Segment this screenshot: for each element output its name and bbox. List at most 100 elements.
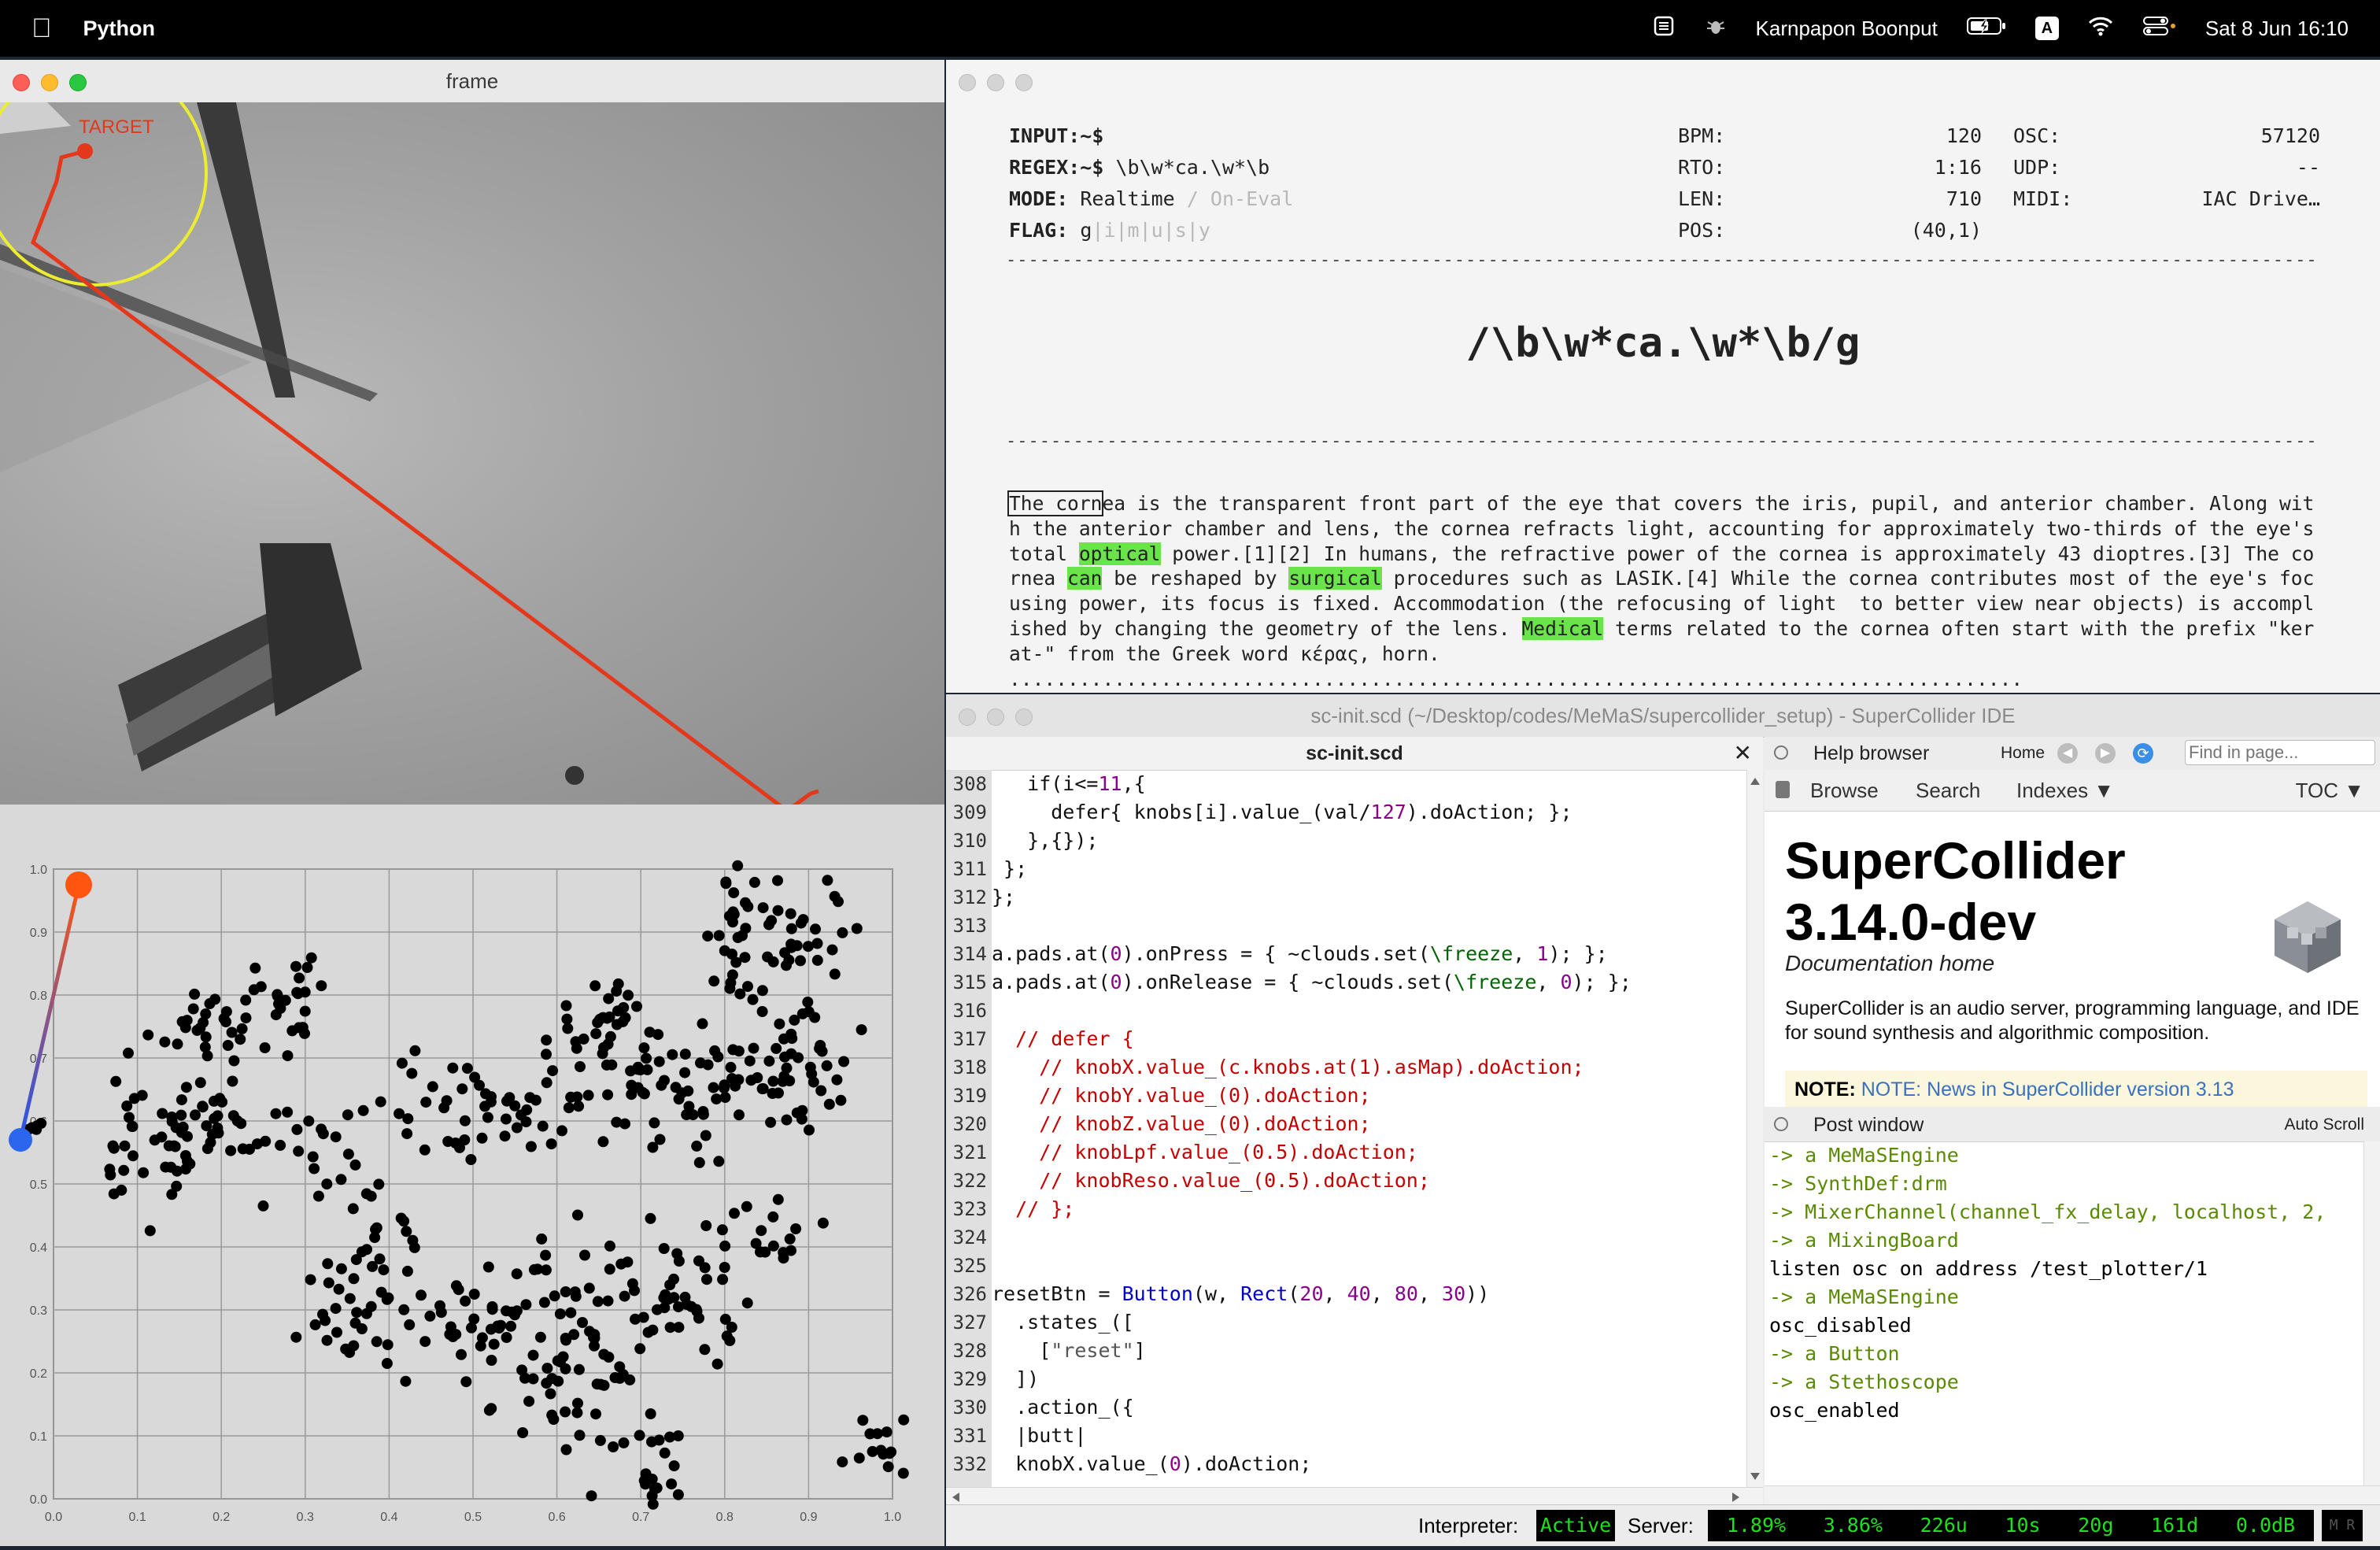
scatter-point xyxy=(673,1256,685,1267)
nav-search[interactable]: Search xyxy=(1916,770,1980,811)
interpreter-status[interactable]: Active xyxy=(1536,1510,1615,1541)
scatter-point xyxy=(468,1313,480,1325)
scroll-down-icon[interactable] xyxy=(1750,1473,1760,1480)
scatter-point xyxy=(785,923,797,934)
code-editor[interactable]: sc-init.scd ✕ 308 if(i<=11,{309 defer{ k… xyxy=(946,737,1763,1505)
close-button[interactable] xyxy=(959,74,976,91)
dock-icon[interactable] xyxy=(1774,1117,1788,1131)
code-line[interactable]: 328 ["reset"] xyxy=(953,1337,1747,1365)
dock-icon[interactable] xyxy=(1774,745,1788,760)
code-text: }; xyxy=(992,886,1016,908)
scatter-point xyxy=(583,1282,595,1294)
scatter-point xyxy=(672,1489,684,1500)
nav-indexes[interactable]: Indexes ▼ xyxy=(2016,770,2114,811)
code-line[interactable]: 330 .action_({ xyxy=(953,1393,1747,1422)
zoom-button[interactable] xyxy=(1015,74,1033,91)
udp-value: -- xyxy=(2296,156,2320,179)
code-line[interactable]: 326 resetBtn = Button(w, Rect(20, 40, 80,… xyxy=(953,1280,1747,1308)
code-line[interactable]: 321 // knobLpf.value_(0.5).doAction; xyxy=(953,1138,1747,1167)
code-line[interactable]: 315 a.pads.at(0).onRelease = { ~clouds.se… xyxy=(953,968,1747,997)
code-line[interactable]: 312}; xyxy=(953,883,1747,912)
sc-titlebar[interactable]: sc-init.scd (~/Desktop/codes/MeMaS/super… xyxy=(946,694,2380,738)
xy-plotter[interactable]: 1.0 0.9 0.8 0.7 0.6 0.5 0.4 0.3 0.2 0.1 0.0 0.0 0.1 0… xyxy=(0,805,944,1546)
scatter-point xyxy=(744,1055,756,1067)
input-text[interactable]: The cornea is the transparent front part… xyxy=(1007,490,2323,691)
code-line[interactable]: 314 a.pads.at(0).onPress = { ~clouds.set(… xyxy=(953,940,1747,968)
regex-input[interactable]: \b\w*ca.\w*\b xyxy=(1115,156,1269,179)
post-horizontal-scrollbar[interactable] xyxy=(1765,1485,2380,1505)
code-line[interactable]: 309 defer{ knobs[i].value_(val/127).doAc… xyxy=(953,798,1747,827)
code-line[interactable]: 331 |butt| xyxy=(953,1422,1747,1450)
scatter-point xyxy=(509,1100,521,1112)
wifi-icon[interactable] xyxy=(2087,15,2114,43)
code-line[interactable]: 332 knobX.value_(0).doAction; xyxy=(953,1450,1747,1478)
code-line[interactable]: 324 xyxy=(953,1223,1747,1252)
code-line[interactable]: 313 xyxy=(953,912,1747,940)
code-line[interactable]: 308 if(i<=11,{ xyxy=(953,770,1747,798)
mode-realtime[interactable]: Realtime xyxy=(1080,187,1174,210)
frame-titlebar[interactable]: frame xyxy=(0,60,944,103)
code-line[interactable]: 318 // knobX.value_(c.knobs.at(1).asMap)… xyxy=(953,1053,1747,1082)
scatter-plot[interactable]: 1.0 0.9 0.8 0.7 0.6 0.5 0.4 0.3 0.2 0.1 0.0 0.0 0.1 0… xyxy=(0,805,944,1546)
user-name[interactable]: Karnpapon Boonput xyxy=(1756,17,1938,41)
code-line[interactable]: 317 // defer { xyxy=(953,1025,1747,1053)
minimize-button[interactable] xyxy=(987,74,1004,91)
code-line[interactable]: 311 }; xyxy=(953,855,1747,883)
code-line[interactable]: 319 // knobY.value_(0).doAction; xyxy=(953,1082,1747,1110)
news-link[interactable]: NOTE: News in SuperCollider version 3.13 xyxy=(1861,1078,2234,1101)
regex-row[interactable]: REGEX:~$ \b\w*ca.\w*\b xyxy=(1009,156,1269,179)
server-stat: 20g xyxy=(2078,1514,2114,1537)
scroll-right-icon[interactable] xyxy=(1732,1493,1739,1502)
scroll-left-icon[interactable] xyxy=(952,1493,959,1502)
post-line: -> a Button xyxy=(1769,1342,1900,1365)
clock[interactable]: Sat 8 Jun 16:10 xyxy=(2205,17,2349,41)
status-icon[interactable] xyxy=(1652,14,1676,43)
regex-titlebar[interactable] xyxy=(946,60,2380,102)
code-line[interactable]: 327 .states_([ xyxy=(953,1308,1747,1337)
nav-toc[interactable]: TOC ▼ xyxy=(2296,770,2364,811)
scatter-point xyxy=(541,1363,553,1374)
tab-sc-init[interactable]: sc-init.scd xyxy=(946,737,1763,770)
mute-record-indicators[interactable]: M R xyxy=(2322,1510,2363,1541)
home-button[interactable]: Home xyxy=(2001,737,2045,770)
bug-icon[interactable] xyxy=(1704,14,1728,43)
back-icon[interactable]: ◀ xyxy=(2057,743,2078,764)
mode-on-eval[interactable]: / On-Eval xyxy=(1187,187,1293,210)
battery-icon[interactable] xyxy=(1966,16,2007,42)
editor-horizontal-scrollbar[interactable] xyxy=(946,1487,1763,1505)
flag-others[interactable]: |i|m|u|s|y xyxy=(1092,219,1210,242)
reload-icon[interactable]: ⟳ xyxy=(2133,743,2153,764)
flag-g[interactable]: g xyxy=(1080,219,1092,242)
input-source-badge[interactable]: A xyxy=(2034,17,2059,40)
scatter-point xyxy=(486,1355,497,1366)
regex-body: INPUT:~$ REGEX:~$ \b\w*ca.\w*\b MODE: Re… xyxy=(946,102,2380,693)
control-center-icon[interactable] xyxy=(2142,15,2177,43)
close-tab-icon[interactable]: ✕ xyxy=(1734,737,1752,770)
auto-scroll-button[interactable]: Auto Scroll xyxy=(2284,1108,2364,1141)
scatter-point xyxy=(571,1407,583,1419)
code-line[interactable]: 322 // knobReso.value_(0.5).doAction; xyxy=(953,1167,1747,1195)
code-line[interactable]: 320 // knobZ.value_(0).doAction; xyxy=(953,1110,1747,1138)
post-vertical-scrollbar[interactable] xyxy=(2363,1141,2380,1486)
nav-browse[interactable]: Browse xyxy=(1810,770,1879,811)
editor-vertical-scrollbar[interactable] xyxy=(1746,770,1763,1488)
scatter-point xyxy=(690,1304,702,1315)
find-in-page-input[interactable] xyxy=(2185,740,2375,765)
code-area[interactable]: 308 if(i<=11,{309 defer{ knobs[i].value_… xyxy=(946,770,1747,1488)
forward-icon[interactable]: ▶ xyxy=(2095,743,2116,764)
code-line[interactable]: 323 // }; xyxy=(953,1195,1747,1223)
scatter-point xyxy=(829,968,841,980)
code-line[interactable]: 325 xyxy=(953,1252,1747,1280)
midi-value[interactable]: IAC Drive… xyxy=(2079,187,2320,210)
scroll-up-icon[interactable] xyxy=(1750,778,1760,785)
code-line[interactable]: 310 },{}); xyxy=(953,827,1747,855)
code-line[interactable]: 329 ]) xyxy=(953,1365,1747,1393)
input-row[interactable]: INPUT:~$ xyxy=(1009,124,1103,147)
code-line[interactable]: 316 xyxy=(953,997,1747,1025)
doc-note[interactable]: NOTE: NOTE: News in SuperCollider versio… xyxy=(1785,1071,2367,1107)
app-menu[interactable]: Python xyxy=(83,17,156,41)
server-status[interactable]: 1.89% 3.86% 226u 10s 20g 161d 0.0dB xyxy=(1708,1510,2314,1541)
scatter-point xyxy=(309,1163,320,1175)
apple-menu-icon[interactable]:  xyxy=(31,13,52,44)
x-tick-label: 0.3 xyxy=(297,1511,314,1524)
